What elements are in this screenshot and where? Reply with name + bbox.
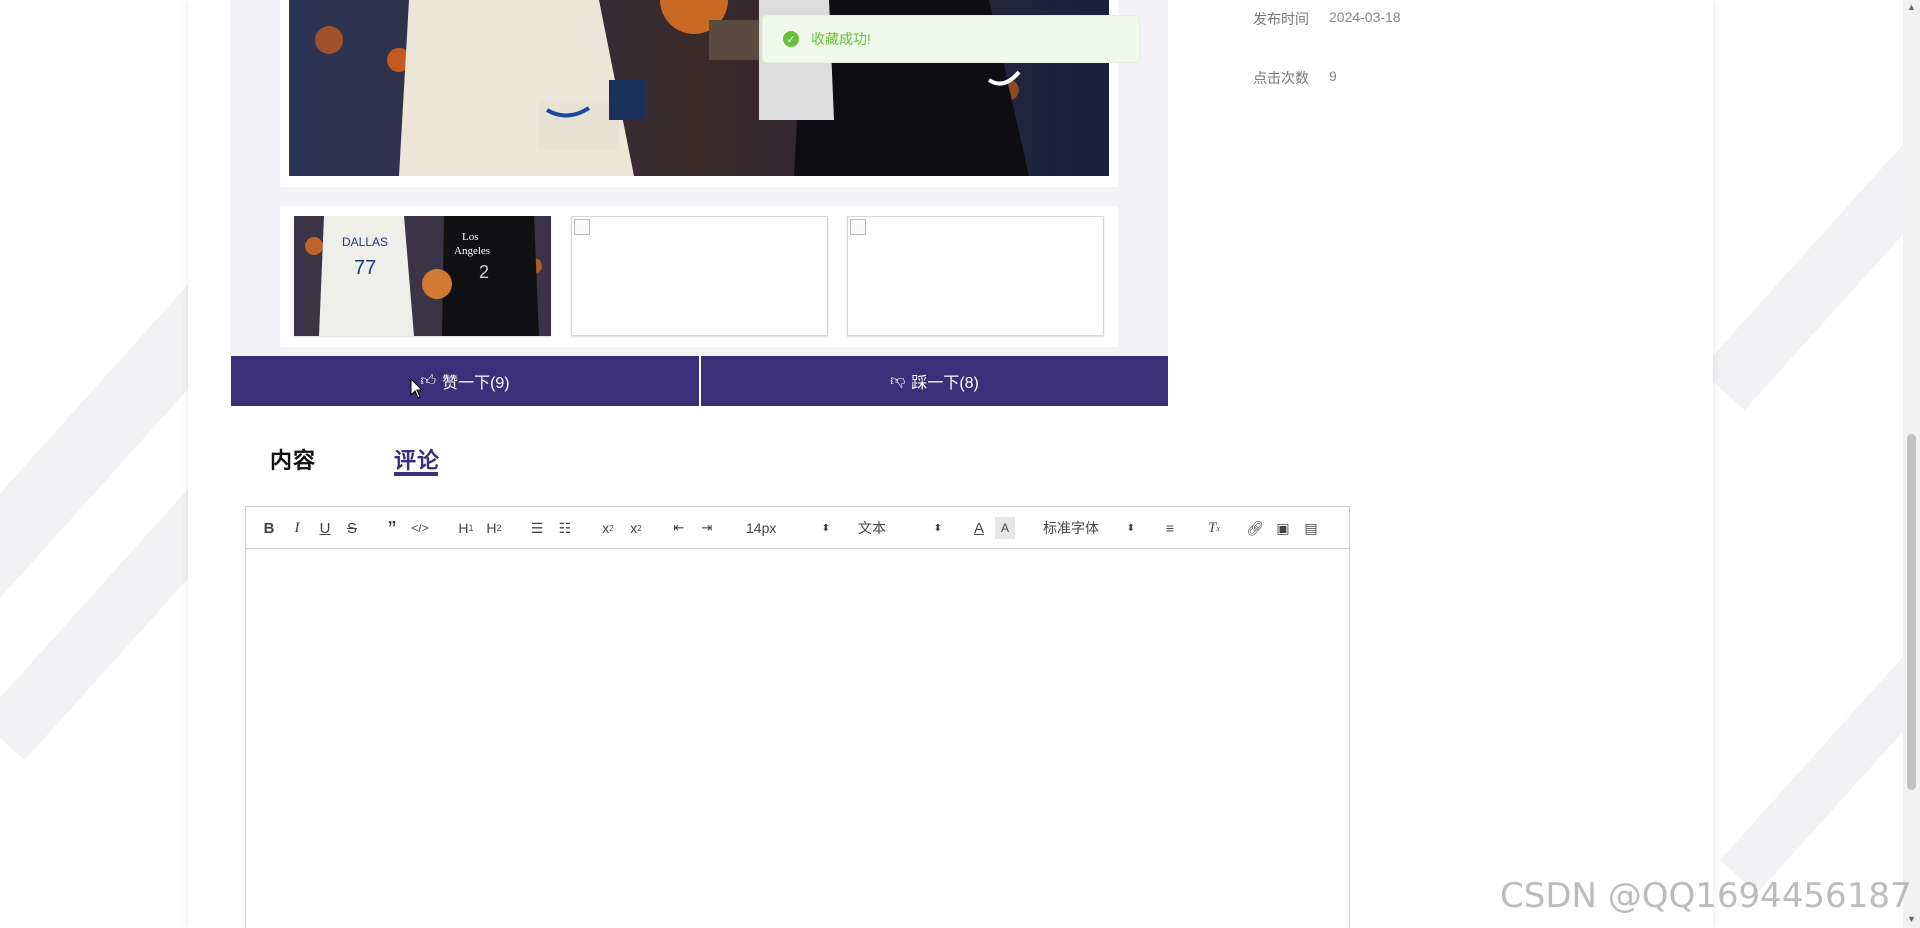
dislike-label: 踩一下(8) bbox=[911, 375, 979, 392]
italic-icon[interactable]: I bbox=[288, 517, 306, 539]
svg-text:77: 77 bbox=[354, 257, 376, 279]
code-block-icon[interactable]: </> bbox=[410, 517, 430, 539]
superscript-icon[interactable]: x2 bbox=[626, 517, 646, 539]
click-count-label: 点击次数 bbox=[1253, 70, 1309, 86]
underline-icon[interactable]: U bbox=[316, 517, 334, 539]
clean-format-icon[interactable]: Tx bbox=[1204, 517, 1224, 539]
bullet-list-icon[interactable]: ☷ bbox=[555, 517, 575, 539]
background-color-icon[interactable]: A bbox=[995, 517, 1015, 539]
indent-icon[interactable]: ⇥ bbox=[697, 517, 717, 539]
check-circle-icon: ✓ bbox=[783, 31, 799, 47]
thumbs-down-icon: 👎︎ bbox=[890, 372, 906, 389]
tab-comments[interactable]: 评论 bbox=[394, 443, 440, 475]
publish-time-label: 发布时间 bbox=[1253, 11, 1309, 27]
subscript-icon[interactable]: x2 bbox=[598, 517, 618, 539]
image-icon[interactable]: ▣ bbox=[1273, 517, 1293, 539]
ordered-list-icon[interactable]: ☰ bbox=[527, 517, 547, 539]
mouse-cursor-icon bbox=[410, 378, 424, 399]
font-size-value: 14px bbox=[746, 520, 777, 536]
svg-text:Angeles: Angeles bbox=[454, 245, 490, 257]
toast-message: 收藏成功! bbox=[811, 31, 871, 47]
publish-time-value: 2024-03-18 bbox=[1329, 9, 1401, 25]
editor-content-area[interactable] bbox=[246, 550, 1349, 928]
blockquote-icon[interactable]: ” bbox=[383, 517, 401, 539]
thumbnail-2[interactable] bbox=[571, 216, 828, 336]
thumbnail-3[interactable] bbox=[847, 216, 1104, 336]
align-icon[interactable]: ≡ bbox=[1160, 517, 1180, 539]
select-caret-icon: ⬍ bbox=[821, 522, 830, 534]
thumbnail-1[interactable]: DALLAS 77 Los Angeles 2 bbox=[294, 216, 551, 336]
heading-1-icon[interactable]: H1 bbox=[455, 517, 477, 539]
editor-toolbar: B I U S ” </> H1 H2 ☰ ☷ x2 x2 ⇤ ⇥ 14px ⬍… bbox=[246, 507, 1349, 549]
broken-image-icon bbox=[574, 219, 590, 235]
strikethrough-icon[interactable]: S bbox=[343, 517, 361, 539]
like-label: 赞一下(9) bbox=[442, 375, 510, 392]
header-value: 文本 bbox=[858, 520, 886, 536]
bold-icon[interactable]: B bbox=[260, 517, 278, 539]
font-color-icon[interactable]: A bbox=[969, 517, 989, 539]
header-select[interactable]: 文本 ⬍ bbox=[858, 517, 942, 539]
video-icon[interactable]: ▤ bbox=[1301, 517, 1321, 539]
svg-text:2: 2 bbox=[479, 262, 489, 282]
font-family-select[interactable]: 标准字体 ⬍ bbox=[1043, 517, 1135, 539]
heading-2-icon[interactable]: H2 bbox=[483, 517, 505, 539]
dislike-button[interactable]: 👎︎ 踩一下(8) bbox=[701, 356, 1168, 406]
outdent-icon[interactable]: ⇤ bbox=[669, 517, 689, 539]
comment-editor: B I U S ” </> H1 H2 ☰ ☷ x2 x2 ⇤ ⇥ 14px ⬍… bbox=[245, 506, 1350, 928]
scrollbar-thumb[interactable] bbox=[1907, 434, 1916, 790]
svg-text:DALLAS: DALLAS bbox=[342, 235, 388, 249]
svg-text:Los: Los bbox=[462, 231, 479, 243]
select-caret-icon: ⬍ bbox=[933, 522, 942, 534]
select-caret-icon: ⬍ bbox=[1126, 522, 1135, 534]
like-button[interactable]: 👍︎ 赞一下(9) bbox=[231, 356, 699, 406]
tab-content[interactable]: 内容 bbox=[270, 443, 316, 475]
broken-image-icon bbox=[850, 219, 866, 235]
font-family-value: 标准字体 bbox=[1043, 520, 1099, 536]
click-count-value: 9 bbox=[1329, 68, 1337, 84]
font-size-select[interactable]: 14px ⬍ bbox=[746, 517, 830, 539]
link-icon[interactable]: 🔗︎ bbox=[1245, 517, 1265, 539]
scroll-up-arrow-icon[interactable]: ▲ bbox=[1907, 2, 1916, 12]
active-tab-indicator bbox=[394, 472, 438, 476]
players-photo-thumb: DALLAS 77 Los Angeles 2 bbox=[294, 216, 551, 336]
success-toast: ✓ 收藏成功! bbox=[762, 15, 1140, 63]
csdn-watermark: CSDN @QQ1694456187 bbox=[1500, 876, 1912, 916]
page-scrollbar[interactable]: ▲ ▼ bbox=[1903, 0, 1920, 928]
